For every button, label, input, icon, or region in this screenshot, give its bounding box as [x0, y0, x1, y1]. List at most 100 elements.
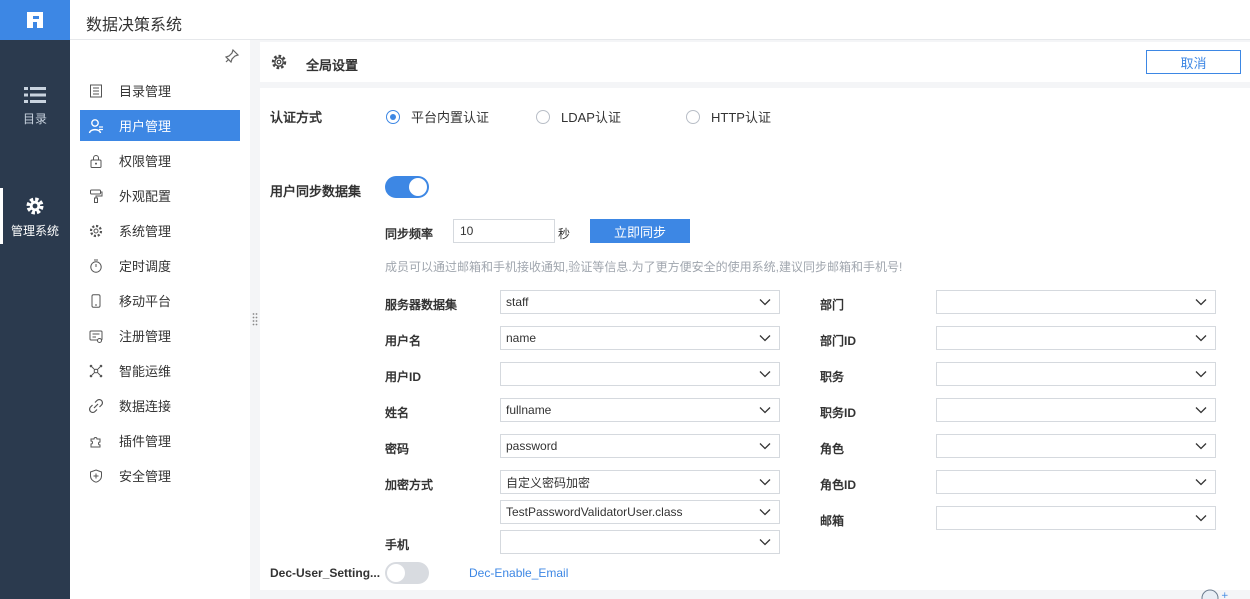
field-label-post-id: 职务ID	[820, 406, 857, 420]
sync-dataset-label: 用户同步数据集	[270, 184, 362, 199]
sidebar-item-plugins[interactable]: 插件管理	[80, 425, 240, 456]
pin-icon[interactable]	[224, 48, 240, 64]
chevron-down-icon	[1187, 291, 1215, 313]
sync-hint-text: 成员可以通过邮箱和手机接收通知,验证等信息.为了更方便安全的使用系统,建议同步邮…	[385, 260, 903, 274]
enable-email-link[interactable]: Dec-Enable_Email	[469, 566, 568, 580]
sidebar-item-label: 定时调度	[119, 259, 172, 274]
assistant-widget-icon[interactable]: +	[1200, 588, 1230, 599]
chevron-down-icon	[751, 291, 779, 313]
sidebar-item-label: 安全管理	[119, 469, 172, 484]
field-label-email: 邮箱	[820, 514, 845, 528]
department-select[interactable]	[936, 290, 1216, 314]
cancel-button[interactable]: 取消	[1146, 50, 1241, 74]
paint-roller-icon	[88, 188, 104, 204]
sidebar-item-mobile[interactable]: 移动平台	[80, 285, 240, 316]
radio-http-auth[interactable]: HTTP认证	[686, 107, 771, 126]
settings-icon	[88, 223, 104, 239]
chevron-down-icon	[1187, 363, 1215, 385]
sync-frequency-label: 同步频率	[385, 227, 434, 241]
email-select[interactable]	[936, 506, 1216, 530]
radio-dot	[536, 109, 550, 124]
top-header: 数据决策系统	[70, 0, 1250, 40]
sidebar-item-label: 外观配置	[119, 189, 172, 204]
list-icon	[24, 87, 46, 103]
field-label-password: 密码	[385, 442, 410, 456]
post-select[interactable]	[936, 362, 1216, 386]
field-label-encryption: 加密方式	[385, 478, 434, 492]
field-label-phone: 手机	[385, 538, 410, 552]
sidebar-item-catalog[interactable]: 目录管理	[80, 75, 240, 106]
department-id-select[interactable]	[936, 326, 1216, 350]
register-icon	[88, 328, 104, 344]
field-label-department-id: 部门ID	[820, 334, 857, 348]
user-icon	[88, 118, 104, 134]
select-value: staff	[506, 295, 529, 309]
radio-label: HTTP认证	[711, 110, 771, 125]
radio-label: LDAP认证	[561, 110, 621, 125]
auth-method-label: 认证方式	[270, 110, 323, 125]
field-label-user-id: 用户ID	[385, 370, 422, 384]
field-label-role: 角色	[820, 442, 845, 456]
app-rail: 目录 管理系统	[0, 0, 70, 599]
rail-item-management[interactable]: 管理系统	[0, 188, 70, 244]
chevron-down-icon	[751, 471, 779, 493]
chevron-down-icon	[751, 501, 779, 523]
sidebar-item-label: 移动平台	[119, 294, 172, 309]
gear-icon	[271, 54, 287, 70]
sidebar-item-label: 数据连接	[119, 399, 172, 414]
phone-select[interactable]	[500, 530, 780, 554]
chevron-down-icon	[1187, 435, 1215, 457]
sidebar-item-register[interactable]: 注册管理	[80, 320, 240, 351]
select-value: password	[506, 439, 558, 453]
chevron-down-icon	[751, 399, 779, 421]
sidebar-nav: 目录管理 用户管理 权限管理 外观配置 系统管理 定时调度 移动平台 注册管理 …	[80, 75, 240, 495]
post-id-select[interactable]	[936, 398, 1216, 422]
password-select[interactable]: password	[500, 434, 780, 458]
user-setting-toggle[interactable]	[385, 562, 429, 584]
sidebar-item-data-connection[interactable]: 数据连接	[80, 390, 240, 421]
sidebar-item-appearance[interactable]: 外观配置	[80, 180, 240, 211]
chevron-down-icon	[751, 531, 779, 553]
sync-dataset-toggle[interactable]	[385, 176, 429, 198]
sidebar-item-permissions[interactable]: 权限管理	[80, 145, 240, 176]
chevron-down-icon	[1187, 399, 1215, 421]
dataset-select[interactable]: staff	[500, 290, 780, 314]
panel-footer-strip	[260, 590, 1250, 599]
radio-builtin-auth[interactable]: 平台内置认证	[386, 107, 489, 126]
rail-item-catalog[interactable]: 目录	[0, 86, 70, 127]
network-icon	[88, 363, 104, 379]
encryption-class-select[interactable]: TestPasswordValidatorUser.class	[500, 500, 780, 524]
select-value: TestPasswordValidatorUser.class	[506, 505, 683, 519]
sidebar-item-security[interactable]: 安全管理	[80, 460, 240, 491]
sidebar-item-label: 插件管理	[119, 434, 172, 449]
role-select[interactable]	[936, 434, 1216, 458]
chevron-down-icon	[1187, 327, 1215, 349]
sidebar-item-label: 用户管理	[119, 119, 172, 134]
user-id-select[interactable]	[500, 362, 780, 386]
gear-icon	[26, 197, 44, 215]
radio-ldap-auth[interactable]: LDAP认证	[536, 107, 621, 126]
sidebar-item-system[interactable]: 系统管理	[80, 215, 240, 246]
chevron-down-icon	[1187, 471, 1215, 493]
field-label-role-id: 角色ID	[820, 478, 857, 492]
logo-icon	[27, 12, 43, 28]
fullname-select[interactable]: fullname	[500, 398, 780, 422]
field-label-fullname: 姓名	[385, 406, 410, 420]
encryption-select[interactable]: 自定义密码加密	[500, 470, 780, 494]
drag-handle-icon[interactable]	[252, 312, 258, 326]
sync-frequency-input[interactable]: 10	[453, 219, 555, 243]
sync-now-button[interactable]: 立即同步	[590, 219, 690, 243]
sidebar-item-label: 权限管理	[119, 154, 172, 169]
sidebar-item-users[interactable]: 用户管理	[80, 110, 240, 141]
username-select[interactable]: name	[500, 326, 780, 350]
catalog-icon	[88, 83, 104, 99]
timer-icon	[88, 258, 104, 274]
lock-icon	[88, 153, 104, 169]
seconds-unit-label: 秒	[558, 227, 571, 241]
app-logo[interactable]	[0, 0, 70, 40]
sidebar-item-ops[interactable]: 智能运维	[80, 355, 240, 386]
rail-item-label: 目录	[22, 112, 47, 126]
role-id-select[interactable]	[936, 470, 1216, 494]
user-setting-label: Dec-User_Setting...	[270, 566, 381, 580]
sidebar-item-schedule[interactable]: 定时调度	[80, 250, 240, 281]
